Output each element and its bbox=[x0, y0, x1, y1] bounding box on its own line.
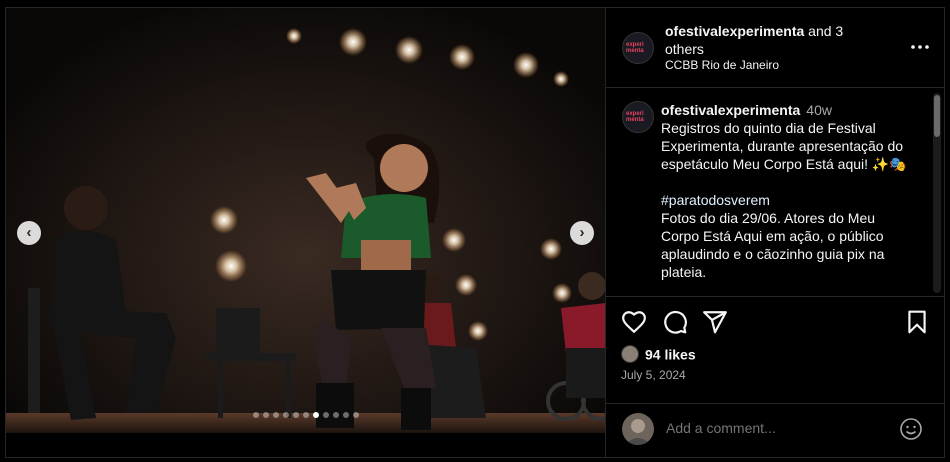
carousel-dot bbox=[273, 412, 279, 418]
carousel-indicator bbox=[6, 412, 606, 418]
caption-body-2: Fotos do dia 29/06. Atores do Meu Corpo … bbox=[661, 210, 885, 280]
post-date[interactable]: July 5, 2024 bbox=[621, 368, 686, 382]
post-header: experi menta ofestivalexperimenta and 3 … bbox=[606, 8, 945, 88]
caption-text: ofestivalexperimenta 40w Registros do qui… bbox=[661, 101, 917, 281]
previous-photo-button[interactable]: ‹ bbox=[17, 221, 41, 245]
carousel-dot bbox=[323, 412, 329, 418]
likes-count[interactable]: 94 likes bbox=[621, 345, 696, 367]
scrollbar-thumb[interactable] bbox=[934, 95, 940, 137]
emoji-icon[interactable] bbox=[899, 417, 923, 441]
caption-scrollbar[interactable] bbox=[933, 93, 941, 293]
carousel-dot bbox=[333, 412, 339, 418]
author-names: ofestivalexperimenta and 3 others bbox=[665, 22, 885, 58]
more-icon[interactable] bbox=[911, 38, 929, 49]
carousel-dot bbox=[293, 412, 299, 418]
logo-line-2: menta bbox=[626, 117, 644, 123]
hashtag-link[interactable]: #paratodosverem bbox=[661, 191, 917, 209]
carousel-dot bbox=[353, 412, 359, 418]
comment-icon[interactable] bbox=[662, 309, 688, 335]
next-photo-button[interactable]: › bbox=[570, 221, 594, 245]
author-avatar[interactable]: experi menta bbox=[622, 32, 654, 64]
carousel-dot bbox=[263, 412, 269, 418]
author-username-link[interactable]: ofestivalexperimenta bbox=[665, 23, 804, 39]
likes-label[interactable]: 94 likes bbox=[645, 346, 696, 362]
post-modal: ‹ › experi menta ofestivalexperimenta an… bbox=[5, 7, 945, 458]
location-link[interactable]: CCBB Rio de Janeiro bbox=[665, 58, 779, 72]
caption-time: 40w bbox=[806, 102, 832, 118]
liker-avatar[interactable] bbox=[621, 345, 639, 364]
carousel-dot bbox=[283, 412, 289, 418]
comment-input[interactable] bbox=[666, 420, 886, 436]
avatar-logo-text: experi menta bbox=[626, 111, 644, 123]
caption-author-link[interactable]: ofestivalexperimenta bbox=[661, 102, 800, 118]
bookmark-icon[interactable] bbox=[904, 309, 930, 335]
caption-body: Registros do quinto dia de Festival Expe… bbox=[661, 120, 907, 172]
post-side-panel: experi menta ofestivalexperimenta and 3 … bbox=[605, 8, 945, 457]
comment-bar bbox=[606, 403, 945, 457]
heart-icon[interactable] bbox=[621, 309, 647, 335]
share-icon[interactable] bbox=[702, 309, 728, 335]
current-user-avatar bbox=[622, 413, 654, 445]
post-media[interactable]: ‹ › bbox=[6, 8, 606, 457]
carousel-dot bbox=[343, 412, 349, 418]
avatar-logo-text: experi menta bbox=[626, 42, 644, 54]
logo-line-2: menta bbox=[626, 48, 644, 54]
stage-photo bbox=[6, 8, 606, 457]
carousel-dot bbox=[313, 412, 319, 418]
caption-area: experi menta ofestivalexperimenta 40w Reg… bbox=[606, 89, 945, 297]
carousel-dot bbox=[303, 412, 309, 418]
caption-author-avatar[interactable]: experi menta bbox=[622, 101, 654, 133]
action-bar bbox=[606, 304, 945, 344]
carousel-dot bbox=[253, 412, 259, 418]
